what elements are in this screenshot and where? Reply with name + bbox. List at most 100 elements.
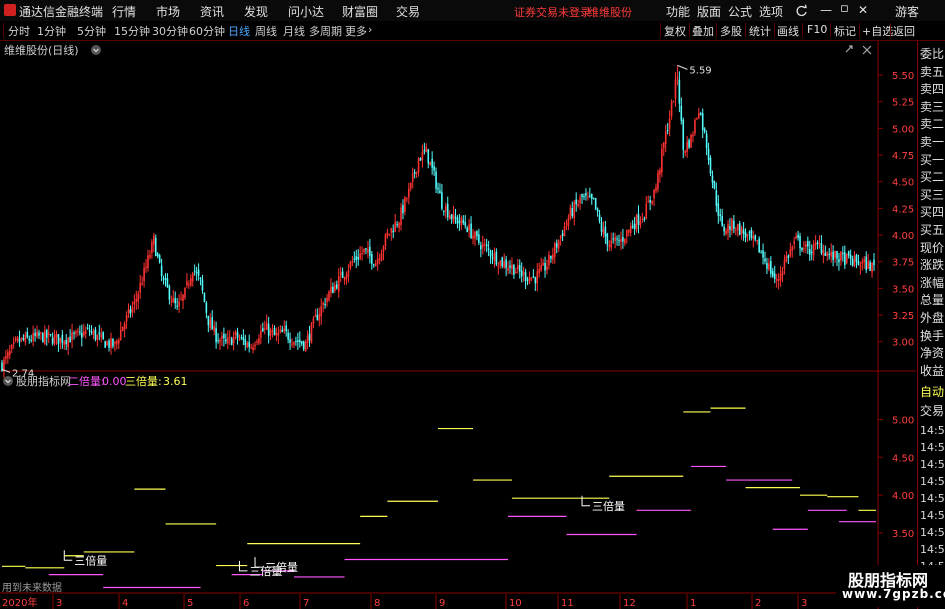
candle-body [388, 233, 391, 235]
period-multi[interactable]: 多周期 [309, 23, 342, 39]
candle-body [265, 322, 268, 330]
candle-body [7, 352, 9, 358]
candle-body [34, 332, 36, 336]
menu-discover[interactable]: 发现 [244, 3, 268, 20]
candle-body [14, 339, 17, 341]
menu-options[interactable]: 选项 [759, 3, 783, 20]
candle-body [394, 222, 396, 232]
candle-body [662, 142, 665, 149]
candle-body [232, 336, 235, 344]
current-stock-name: 维维股份 [588, 6, 632, 19]
chevron-right-icon[interactable]: › [368, 23, 372, 36]
candle-body [297, 340, 299, 342]
sub-y-tick-label: 3.50 [892, 529, 914, 540]
candle-body [326, 297, 328, 303]
menu-layout[interactable]: 版面 [697, 3, 721, 20]
menu-news[interactable]: 资讯 [200, 3, 224, 20]
period-1min[interactable]: 1分钟 [37, 23, 66, 39]
tool-back[interactable]: 返回 [893, 23, 915, 39]
candle-body [639, 221, 642, 226]
tool-multi-stock[interactable]: 多股 [720, 23, 742, 39]
close-icon[interactable]: ✕ [858, 3, 868, 17]
period-monthly[interactable]: 月线 [283, 23, 305, 39]
candle-body [725, 230, 727, 235]
candle-body [793, 241, 795, 245]
candle-body [851, 259, 854, 266]
expand-icon[interactable] [845, 45, 853, 53]
candle-body [614, 237, 616, 241]
period-intraday[interactable]: 分时 [8, 23, 30, 39]
menu-trade[interactable]: 交易 [396, 3, 420, 20]
tool-mark[interactable]: 标记 [834, 23, 856, 39]
candle-body [225, 339, 227, 342]
period-30min[interactable]: 30分钟 [152, 23, 188, 39]
candle-body [123, 323, 126, 330]
candle-body [707, 148, 710, 161]
candle-body [295, 341, 297, 343]
candle-body [339, 272, 342, 275]
minimize-icon[interactable]: — [820, 3, 832, 17]
candle-body [834, 250, 836, 258]
auto-label[interactable]: 自动 [920, 383, 944, 400]
menu-market[interactable]: 市场 [156, 3, 180, 20]
candle-body [587, 196, 589, 198]
x-axis-month: 8 [374, 598, 380, 609]
period-more[interactable]: 更多 [345, 23, 367, 39]
candle-body [386, 232, 389, 236]
chart-menu-icon[interactable] [91, 45, 101, 55]
menu-function[interactable]: 功能 [666, 3, 690, 20]
candle-body [458, 220, 461, 223]
period-60min[interactable]: 60分钟 [189, 23, 225, 39]
candle-body [548, 254, 550, 266]
tool-statistics[interactable]: 统计 [749, 23, 771, 39]
trade-login-status[interactable]: 证券交易未登录 [514, 4, 591, 20]
tool-adjust[interactable]: 复权 [664, 23, 686, 39]
refresh-icon[interactable] [795, 4, 808, 17]
candle-body [281, 329, 284, 333]
candle-body [495, 251, 498, 265]
candle-body [483, 244, 486, 246]
tool-add-favorite[interactable]: +自选 [862, 23, 893, 39]
candle-body [30, 340, 32, 342]
candle-body [775, 279, 778, 281]
candle-body [365, 248, 367, 250]
candle-body [209, 319, 212, 329]
period-weekly[interactable]: 周线 [255, 23, 277, 39]
candle-body [269, 329, 272, 336]
candle-body [805, 244, 807, 247]
candle-body [822, 249, 825, 256]
candle-body [544, 263, 546, 271]
menu-quotes[interactable]: 行情 [112, 3, 136, 20]
guest-user[interactable]: 游客 [895, 3, 919, 20]
tool-draw[interactable]: 画线 [777, 23, 799, 39]
candle-body [666, 130, 669, 132]
candle-body [26, 331, 29, 338]
candle-body [462, 220, 465, 223]
close-panel-icon[interactable] [862, 45, 872, 55]
candle-body [810, 251, 813, 253]
period-15min[interactable]: 15分钟 [114, 23, 150, 39]
candle-body [441, 192, 443, 209]
candle-body [164, 278, 167, 280]
period-5min[interactable]: 5分钟 [77, 23, 106, 39]
period-daily[interactable]: 日线 [228, 23, 250, 39]
candle-body [71, 332, 73, 340]
candle-body [727, 224, 729, 233]
candle-body [752, 236, 755, 240]
sub-chart-menu-icon[interactable] [3, 376, 13, 386]
menu-wealth[interactable]: 财富圈 [342, 3, 378, 20]
tool-overlay[interactable]: 叠加 [692, 23, 714, 39]
candle-body [627, 229, 630, 233]
tool-f10[interactable]: F10 [807, 23, 827, 36]
candle-body [273, 328, 276, 336]
candle-body [600, 222, 603, 232]
candle-body [73, 332, 75, 334]
maximize-icon[interactable]: ▫ [840, 1, 849, 16]
candle-body [559, 235, 562, 239]
menu-formula[interactable]: 公式 [728, 3, 752, 20]
candle-body [439, 190, 441, 194]
chart-area[interactable]: 三倍量三倍量三倍量三倍量 维维股份(日线) 5.59 2.74 股朋指标网 二倍… [0, 41, 916, 609]
trade-detail-label[interactable]: 交易 [920, 402, 944, 419]
menu-ask[interactable]: 问小达 [288, 3, 324, 20]
candle-body [217, 340, 219, 342]
